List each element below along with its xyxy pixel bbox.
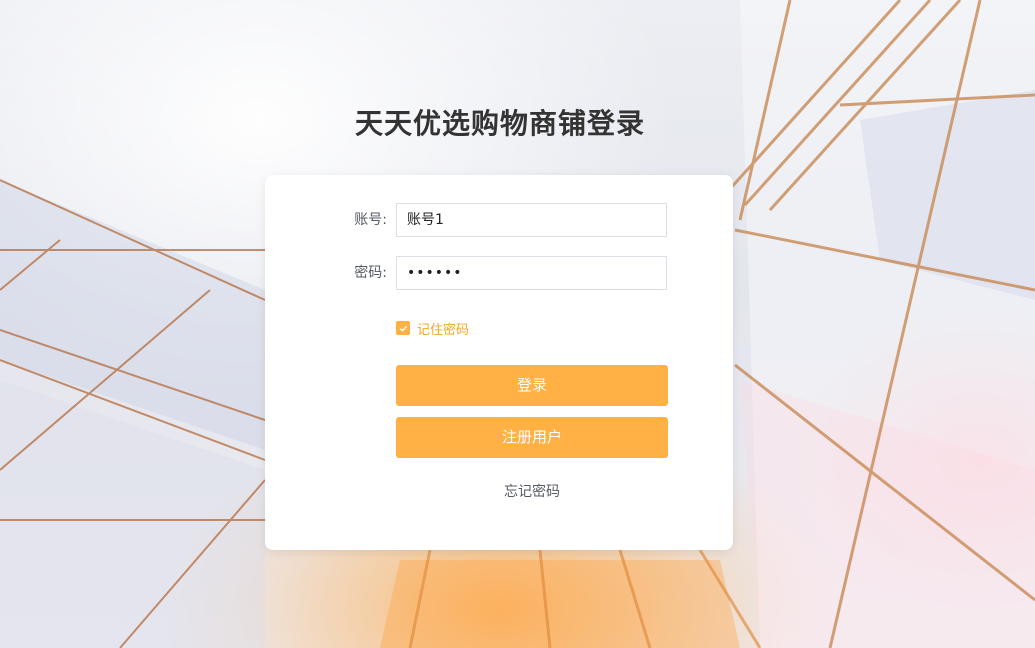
page-title: 天天优选购物商铺登录: [354, 107, 645, 140]
account-input[interactable]: 账号1: [396, 203, 667, 237]
forgot-password-link[interactable]: 忘记密码: [396, 481, 668, 501]
password-row: 密码: ••••••: [265, 256, 733, 290]
remember-password-checkbox[interactable]: 记住密码: [396, 320, 470, 338]
check-icon: [399, 325, 407, 332]
account-row: 账号: 账号1: [265, 203, 733, 237]
login-button[interactable]: 登录: [396, 365, 668, 406]
password-label: 密码:: [354, 265, 387, 281]
register-button[interactable]: 注册用户: [396, 417, 668, 458]
remember-password-label: 记住密码: [417, 322, 470, 338]
checkbox-box[interactable]: [396, 321, 410, 335]
account-label: 账号:: [354, 212, 387, 228]
password-input[interactable]: ••••••: [396, 256, 667, 290]
login-card: 账号: 账号1 密码: •••••• 记住密码 登录 注册用户 忘记密码: [265, 175, 733, 550]
